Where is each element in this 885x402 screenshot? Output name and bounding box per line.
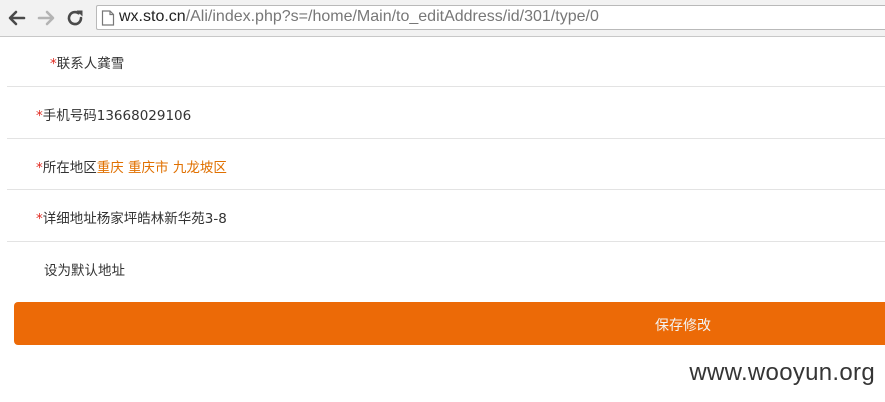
contact-row[interactable]: *联系人龚雪 — [7, 36, 885, 87]
forward-button[interactable] — [35, 7, 57, 29]
browser-toolbar: wx.sto.cn/Ali/index.php?s=/home/Main/to_… — [0, 0, 885, 37]
required-mark: * — [36, 108, 43, 124]
required-mark: * — [36, 160, 43, 176]
back-arrow-icon — [8, 10, 26, 26]
reload-icon — [67, 10, 83, 26]
region-label: 所在地区 — [42, 160, 97, 176]
default-address-row[interactable]: 设为默认地址 — [7, 242, 885, 294]
region-value[interactable]: 重庆 重庆市 九龙坡区 — [97, 160, 227, 176]
page-icon — [101, 10, 115, 26]
phone-value[interactable]: 13668029106 — [97, 108, 191, 124]
phone-row[interactable]: *手机号码13668029106 — [7, 87, 885, 139]
watermark: www.wooyun.org — [689, 359, 875, 386]
url-host: wx.sto.cn — [119, 8, 186, 25]
address-row[interactable]: *详细地址杨家坪皓林新华苑3-8 — [7, 190, 885, 242]
address-bar[interactable]: wx.sto.cn/Ali/index.php?s=/home/Main/to_… — [96, 5, 885, 30]
reload-button[interactable] — [64, 7, 86, 29]
region-row[interactable]: *所在地区重庆 重庆市 九龙坡区 — [7, 139, 885, 190]
contact-label: 联系人 — [56, 56, 98, 72]
save-button[interactable]: 保存修改 — [14, 302, 885, 345]
url-text: wx.sto.cn/Ali/index.php?s=/home/Main/to_… — [119, 8, 599, 26]
back-button[interactable] — [6, 7, 28, 29]
url-path: /Ali/index.php?s=/home/Main/to_editAddre… — [185, 8, 599, 25]
default-address-label[interactable]: 设为默认地址 — [44, 263, 125, 279]
required-mark: * — [50, 56, 57, 72]
save-button-label: 保存修改 — [655, 318, 711, 334]
address-value[interactable]: 杨家坪皓林新华苑3-8 — [97, 211, 227, 227]
phone-label: 手机号码 — [42, 108, 97, 124]
contact-value[interactable]: 龚雪 — [97, 56, 124, 72]
forward-arrow-icon — [37, 10, 55, 26]
required-mark: * — [36, 211, 43, 227]
address-label: 详细地址 — [42, 211, 97, 227]
